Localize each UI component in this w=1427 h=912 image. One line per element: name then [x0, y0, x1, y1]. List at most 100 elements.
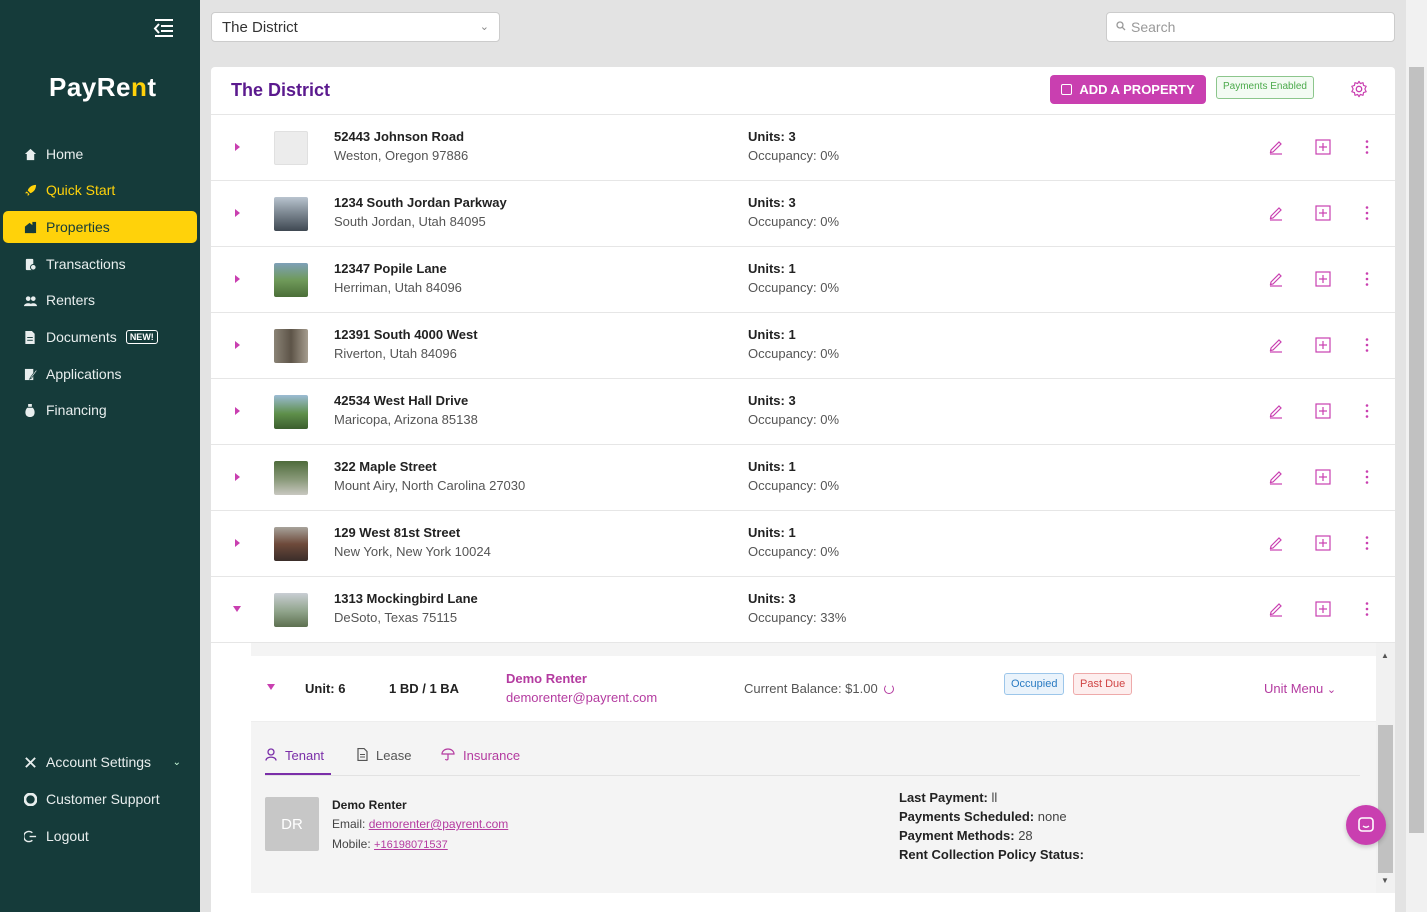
edit-icon[interactable] — [1268, 205, 1284, 221]
unit-list-scrollbar[interactable]: ▲ ▼ — [1376, 643, 1395, 893]
property-row[interactable]: 42534 West Hall Drive Maricopa, Arizona 8… — [211, 379, 1395, 445]
sidebar-item-renters[interactable]: Renters — [3, 284, 197, 316]
scroll-up-arrow[interactable]: ▲ — [1381, 651, 1389, 660]
property-address: 322 Maple Street — [334, 459, 437, 474]
tenant-mobile-link[interactable]: +16198071537 — [374, 839, 448, 851]
transactions-icon — [23, 257, 37, 271]
more-options-icon[interactable] — [1361, 271, 1373, 287]
property-city: Weston, Oregon 97886 — [334, 148, 469, 163]
sidebar-item-home[interactable]: Home — [3, 138, 197, 170]
applications-icon — [23, 367, 37, 381]
unit-menu-button[interactable]: Unit Menu ⌄ — [1264, 681, 1336, 696]
expand-caret-icon[interactable] — [232, 406, 242, 416]
tab-tenant[interactable]: Tenant — [265, 742, 331, 775]
property-row[interactable]: 1313 Mockingbird Lane DeSoto, Texas 75115… — [211, 577, 1395, 643]
more-options-icon[interactable] — [1361, 469, 1373, 485]
user-icon — [265, 748, 277, 761]
property-select[interactable]: The District ⌄ — [211, 12, 500, 42]
tenant-email-link[interactable]: demorenter@payrent.com — [369, 817, 509, 831]
payment-methods: Payment Methods: 28 — [899, 828, 1033, 843]
sidebar-item-documents[interactable]: Documents NEW! — [3, 321, 197, 353]
add-unit-icon[interactable] — [1315, 469, 1331, 485]
scrollbar-thumb[interactable] — [1409, 67, 1424, 833]
search-input[interactable]: Search — [1106, 12, 1395, 42]
add-property-button[interactable]: ADD A PROPERTY — [1050, 75, 1206, 104]
renter-email-link[interactable]: demorenter@payrent.com — [506, 690, 657, 705]
add-unit-icon[interactable] — [1315, 601, 1331, 617]
tab-insurance[interactable]: Insurance — [441, 742, 520, 775]
expand-caret-icon[interactable] — [232, 208, 242, 218]
sidebar-item-logout[interactable]: Logout — [3, 820, 197, 852]
property-row[interactable]: 12347 Popile Lane Herriman, Utah 84096 Uni… — [211, 247, 1395, 313]
more-options-icon[interactable] — [1361, 139, 1373, 155]
expand-caret-icon[interactable] — [232, 472, 242, 482]
add-unit-icon[interactable] — [1315, 205, 1331, 221]
expand-caret-icon[interactable] — [232, 340, 242, 350]
edit-icon[interactable] — [1268, 601, 1284, 617]
property-row[interactable]: 12391 South 4000 West Riverton, Utah 8409… — [211, 313, 1395, 379]
sidebar-item-quick-start[interactable]: Quick Start — [3, 174, 197, 206]
expand-caret-icon[interactable] — [232, 538, 242, 548]
edit-icon[interactable] — [1268, 403, 1284, 419]
edit-icon[interactable] — [1268, 337, 1284, 353]
property-thumbnail — [274, 131, 308, 165]
property-occupancy: Occupancy: 0% — [748, 346, 840, 361]
sidebar-item-financing[interactable]: Financing — [3, 394, 197, 426]
property-row[interactable]: 129 West 81st Street New York, New York 1… — [211, 511, 1395, 577]
property-occupancy: Occupancy: 0% — [748, 412, 840, 427]
page-scrollbar[interactable] — [1406, 0, 1427, 912]
expand-caret-icon[interactable] — [232, 274, 242, 284]
property-occupancy: Occupancy: 0% — [748, 544, 840, 559]
renter-name-link[interactable]: Demo Renter — [506, 671, 587, 686]
edit-icon[interactable] — [1268, 469, 1284, 485]
status-badge-occupied: Occupied — [1004, 673, 1065, 695]
property-select-value: The District — [222, 19, 298, 36]
chevron-down-icon: ⌄ — [479, 21, 489, 33]
search-placeholder: Search — [1131, 19, 1176, 35]
property-units: Units: 1 — [748, 327, 796, 342]
collapse-caret-icon[interactable] — [266, 683, 276, 691]
edit-icon[interactable] — [1268, 271, 1284, 287]
more-options-icon[interactable] — [1361, 535, 1373, 551]
add-unit-icon[interactable] — [1315, 337, 1331, 353]
payrent-logo[interactable]: PayRent — [49, 72, 157, 103]
unit-row: Unit: 6 1 BD / 1 BA Demo Renter demorent… — [251, 656, 1376, 722]
property-occupancy: Occupancy: 0% — [748, 148, 840, 163]
edit-icon[interactable] — [1268, 139, 1284, 155]
sidebar-item-properties[interactable]: Properties — [3, 211, 197, 243]
scroll-down-arrow[interactable]: ▼ — [1381, 876, 1389, 885]
gear-icon[interactable] — [1350, 80, 1368, 98]
edit-icon[interactable] — [1268, 535, 1284, 551]
more-options-icon[interactable] — [1361, 337, 1373, 353]
tab-lease[interactable]: Lease — [357, 742, 411, 775]
tenant-name: Demo Renter — [332, 798, 407, 812]
property-address: 1313 Mockingbird Lane — [334, 591, 478, 606]
sidebar-item-applications[interactable]: Applications — [3, 358, 197, 390]
property-occupancy: Occupancy: 0% — [748, 214, 840, 229]
chat-launcher-button[interactable] — [1346, 805, 1386, 845]
add-unit-icon[interactable] — [1315, 139, 1331, 155]
property-city: Herriman, Utah 84096 — [334, 280, 462, 295]
financing-icon — [23, 403, 37, 417]
sidebar-item-customer-support[interactable]: Customer Support — [3, 783, 197, 815]
property-thumbnail — [274, 197, 308, 231]
tab-label: Tenant — [285, 748, 325, 763]
property-row[interactable]: 52443 Johnson Road Weston, Oregon 97886 Un… — [211, 115, 1395, 181]
property-row[interactable]: 322 Maple Street Mount Airy, North Caroli… — [211, 445, 1395, 511]
add-unit-icon[interactable] — [1315, 403, 1331, 419]
more-options-icon[interactable] — [1361, 205, 1373, 221]
collapse-caret-icon[interactable] — [232, 604, 242, 614]
add-unit-icon[interactable] — [1315, 271, 1331, 287]
more-options-icon[interactable] — [1361, 601, 1373, 617]
refresh-icon[interactable] — [883, 684, 894, 694]
sidebar-item-account-settings[interactable]: Account Settings ⌄ — [3, 746, 197, 778]
property-row[interactable]: 1234 South Jordan Parkway South Jordan, U… — [211, 181, 1395, 247]
expand-caret-icon[interactable] — [232, 142, 242, 152]
scrollbar-thumb[interactable] — [1378, 725, 1393, 873]
property-units: Units: 1 — [748, 459, 796, 474]
add-unit-icon[interactable] — [1315, 535, 1331, 551]
collapse-menu-icon[interactable] — [152, 16, 176, 38]
property-thumbnail — [274, 461, 308, 495]
more-options-icon[interactable] — [1361, 403, 1373, 419]
sidebar-item-transactions[interactable]: Transactions — [3, 248, 197, 280]
